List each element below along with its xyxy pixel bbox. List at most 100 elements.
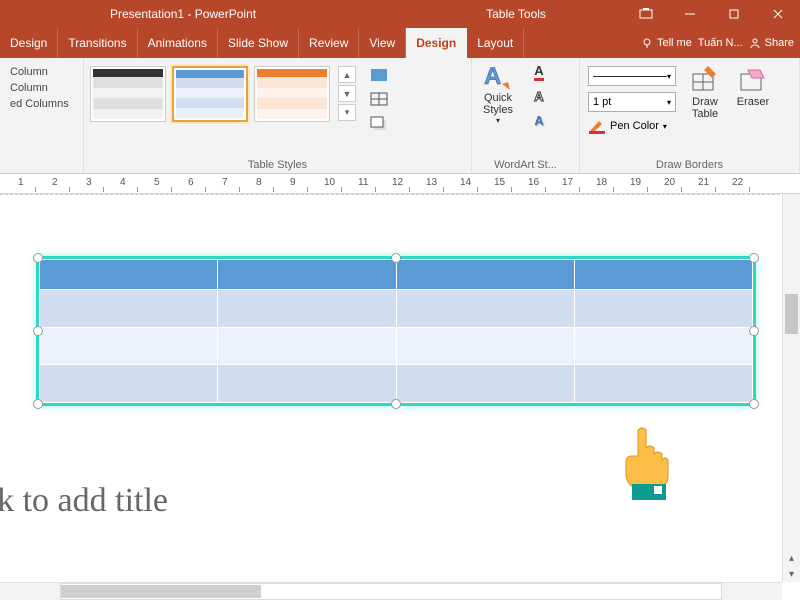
option-banded-columns[interactable]: ed Columns (10, 98, 69, 110)
vertical-scrollbar-thumb[interactable] (785, 294, 798, 334)
option-last-column[interactable]: Column (10, 82, 69, 94)
eraser-button[interactable]: Eraser (732, 62, 774, 108)
text-fill-button[interactable]: A (528, 62, 550, 82)
resize-handle-nw[interactable] (33, 253, 43, 263)
ruler-mark: 14 (460, 177, 471, 188)
ruler-tick (341, 187, 342, 192)
maximize-window-button[interactable] (712, 0, 756, 28)
share-button[interactable]: Share (749, 37, 794, 49)
ruler-mark: 10 (324, 177, 335, 188)
signed-in-user[interactable]: Tuấn N... (698, 37, 743, 49)
group-draw-borders: ▾ 1 pt▾ Pen Color ▾ Draw Table Eraser (580, 58, 800, 173)
ruler-mark: 6 (188, 177, 194, 188)
resize-handle-w[interactable] (33, 326, 43, 336)
close-window-button[interactable] (756, 0, 800, 28)
quick-styles-icon: A (482, 62, 514, 92)
text-effects-button[interactable]: A (528, 110, 550, 130)
group-wordart-styles: A Quick Styles ▾ A A A WordArt St... (472, 58, 580, 173)
ribbon-tab-animations[interactable]: Animations (138, 28, 218, 58)
table-style-thumb-3[interactable] (254, 66, 330, 122)
ruler-mark: 18 (596, 177, 607, 188)
svg-text:A: A (484, 63, 501, 90)
text-outline-button[interactable]: A (528, 86, 550, 106)
resize-handle-se[interactable] (749, 399, 759, 409)
ruler-tick (409, 187, 410, 192)
table-content[interactable] (39, 259, 753, 403)
slide-canvas[interactable]: ck to add title (0, 194, 800, 574)
ribbon-tab-table-layout[interactable]: Layout (467, 28, 524, 58)
ruler-mark: 5 (154, 177, 160, 188)
shading-button[interactable] (368, 66, 390, 86)
horizontal-ruler[interactable]: 12345678910111213141516171819202122 (0, 174, 800, 194)
resize-handle-s[interactable] (391, 399, 401, 409)
document-title: Presentation1 - PowerPoint (110, 7, 256, 21)
ruler-mark: 9 (290, 177, 296, 188)
pen-color-button[interactable]: Pen Color ▾ (588, 118, 676, 134)
ruler-tick (273, 187, 274, 192)
gallery-scroll-up[interactable]: ▲ (338, 66, 356, 83)
ruler-tick (35, 187, 36, 192)
group-label-draw-borders: Draw Borders (586, 157, 793, 171)
contextual-tab-title: Table Tools (486, 7, 546, 21)
previous-slide-button[interactable]: ▴ (783, 550, 800, 566)
selected-table[interactable] (36, 256, 756, 406)
borders-button[interactable] (368, 90, 390, 110)
pen-color-icon (588, 118, 606, 134)
draw-table-label: Draw Table (684, 96, 726, 120)
gallery-scroll-down[interactable]: ▼ (338, 85, 356, 102)
ribbon-tab-review[interactable]: Review (299, 28, 359, 58)
ribbon-tab-view[interactable]: View (359, 28, 406, 58)
ribbon-tab-transitions[interactable]: Transitions (58, 28, 137, 58)
gallery-more-button[interactable]: ▾ (338, 104, 356, 121)
pen-weight-dropdown[interactable]: 1 pt▾ (588, 92, 676, 112)
ribbon: Column Column ed Columns (0, 58, 800, 174)
group-table-styles: ▲ ▼ ▾ Table Styles (84, 58, 472, 173)
pen-weight-value: 1 pt (593, 96, 611, 108)
ruler-mark: 1 (18, 177, 24, 188)
pen-color-label: Pen Color (610, 120, 659, 132)
quick-styles-button[interactable]: A Quick Styles ▾ (478, 62, 518, 125)
ruler-tick (613, 187, 614, 192)
ruler-tick (307, 187, 308, 192)
resize-handle-n[interactable] (391, 253, 401, 263)
ruler-tick (171, 187, 172, 192)
next-slide-button[interactable]: ▾ (783, 566, 800, 582)
ruler-mark: 15 (494, 177, 505, 188)
ruler-tick (749, 187, 750, 192)
ruler-tick (69, 187, 70, 192)
horizontal-scrollbar-thumb[interactable] (61, 585, 261, 598)
ruler-mark: 4 (120, 177, 126, 188)
ribbon-tab-slideshow[interactable]: Slide Show (218, 28, 299, 58)
resize-handle-sw[interactable] (33, 399, 43, 409)
ribbon-display-options-button[interactable] (624, 0, 668, 28)
ruler-tick (647, 187, 648, 192)
eraser-label: Eraser (737, 96, 769, 108)
ruler-tick (681, 187, 682, 192)
title-placeholder[interactable]: ck to add title (0, 482, 168, 520)
ruler-mark: 13 (426, 177, 437, 188)
tell-me-label: Tell me (657, 37, 692, 49)
pen-style-dropdown[interactable]: ▾ (588, 66, 676, 86)
ruler-tick (375, 187, 376, 192)
ruler-tick (579, 187, 580, 192)
table-style-thumb-2-selected[interactable] (172, 66, 248, 122)
ruler-tick (239, 187, 240, 192)
ruler-tick (511, 187, 512, 192)
tell-me-search[interactable]: Tell me (641, 37, 692, 49)
vertical-scrollbar[interactable]: ▴ ▾ (782, 194, 800, 582)
group-label-table-styles: Table Styles (90, 157, 465, 171)
draw-table-button[interactable]: Draw Table (684, 62, 726, 120)
resize-handle-ne[interactable] (749, 253, 759, 263)
minimize-window-button[interactable] (668, 0, 712, 28)
resize-handle-e[interactable] (749, 326, 759, 336)
table-style-thumb-1[interactable] (90, 66, 166, 122)
effects-button[interactable] (368, 114, 390, 134)
ruler-tick (545, 187, 546, 192)
ruler-tick (477, 187, 478, 192)
horizontal-scrollbar[interactable] (0, 582, 782, 600)
ribbon-tab-table-design[interactable]: Design (406, 28, 467, 58)
ribbon-tab-design-theme[interactable]: Design (0, 28, 58, 58)
option-first-column[interactable]: Column (10, 66, 69, 78)
share-icon (749, 37, 761, 49)
ruler-mark: 21 (698, 177, 709, 188)
